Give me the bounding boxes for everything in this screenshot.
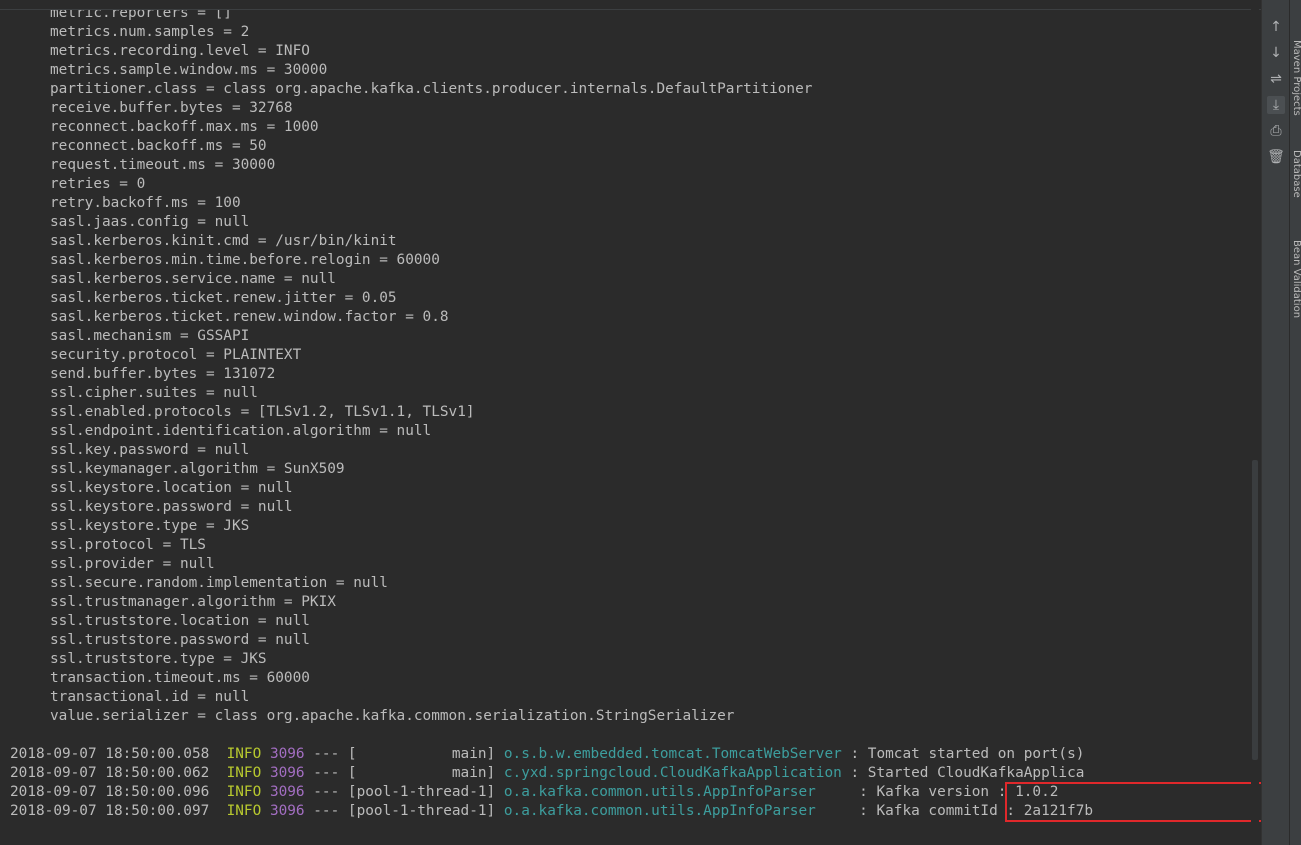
config-line: retry.backoff.ms = 100 — [50, 195, 241, 211]
config-line: ssl.cipher.suites = null — [50, 385, 258, 401]
log-message: Started CloudKafkaApplica — [867, 765, 1085, 781]
config-line: retries = 0 — [50, 176, 146, 192]
config-line: ssl.truststore.type = JKS — [50, 651, 267, 667]
side-tab-database[interactable]: Database — [1290, 150, 1301, 198]
log-logger: o.a.kafka.common.utils.AppInfoParser — [503, 784, 851, 800]
config-line: send.buffer.bytes = 131072 — [50, 366, 276, 382]
config-line: sasl.jaas.config = null — [50, 214, 250, 230]
scroll-down-icon[interactable]: ↓ — [1267, 44, 1285, 62]
config-line: ssl.keymanager.algorithm = SunX509 — [50, 461, 345, 477]
config-line: metrics.recording.level = INFO — [50, 43, 310, 59]
log-line: 2018-09-07 18:50:00.096 INFO 3096 --- [p… — [0, 783, 1259, 802]
config-line: ssl.protocol = TLS — [50, 537, 206, 553]
side-tab-maven-projects[interactable]: Maven Projects — [1290, 40, 1301, 116]
log-level: INFO — [226, 746, 262, 762]
log-line: 2018-09-07 18:50:00.062 INFO 3096 --- [ … — [0, 764, 1259, 783]
config-line: ssl.truststore.password = null — [50, 632, 310, 648]
log-thread: [pool-1-thread-1] — [347, 803, 496, 819]
console-output[interactable]: metric.reporters = [] metrics.num.samples… — [0, 0, 1259, 845]
config-line: ssl.truststore.location = null — [50, 613, 310, 629]
log-message: Tomcat started on port(s) — [867, 746, 1085, 762]
print-icon[interactable]: ⎙ — [1267, 122, 1285, 140]
config-line: sasl.kerberos.service.name = null — [50, 271, 336, 287]
side-tab-label: Database — [1291, 150, 1301, 198]
config-line: sasl.kerberos.kinit.cmd = /usr/bin/kinit — [50, 233, 397, 249]
log-separator: --- — [304, 765, 348, 781]
log-level: INFO — [226, 765, 262, 781]
config-line: ssl.secure.random.implementation = null — [50, 575, 388, 591]
config-line: ssl.key.password = null — [50, 442, 250, 458]
log-logger: c.yxd.springcloud.CloudKafkaApplication — [503, 765, 842, 781]
scrollbar-thumb[interactable] — [1252, 460, 1258, 760]
side-tab-bean-validation[interactable]: Bean Validation — [1290, 240, 1301, 318]
log-pid: 3096 — [269, 784, 305, 800]
config-line: ssl.keystore.location = null — [50, 480, 293, 496]
log-line: 2018-09-07 18:50:00.097 INFO 3096 --- [p… — [0, 802, 1259, 821]
config-line: sasl.kerberos.ticket.renew.jitter = 0.05 — [50, 290, 397, 306]
config-line: ssl.endpoint.identification.algorithm = … — [50, 423, 432, 439]
log-thread: [pool-1-thread-1] — [347, 784, 496, 800]
config-line: receive.buffer.bytes = 32768 — [50, 100, 293, 116]
log-message: Kafka commitId : 2a121f7b — [876, 803, 1094, 819]
log-colon: : — [850, 784, 877, 800]
log-colon: : — [850, 803, 877, 819]
side-tab-label: Maven Projects — [1291, 40, 1301, 116]
config-line: sasl.kerberos.ticket.renew.window.factor… — [50, 309, 449, 325]
config-line: sasl.mechanism = GSSAPI — [50, 328, 250, 344]
log-separator: --- — [304, 746, 348, 762]
log-logger: o.s.b.w.embedded.tomcat.TomcatWebServer — [503, 746, 842, 762]
scroll-up-icon[interactable]: ↑ — [1267, 18, 1285, 36]
config-line: ssl.keystore.type = JKS — [50, 518, 250, 534]
log-logger: o.a.kafka.common.utils.AppInfoParser — [503, 803, 851, 819]
right-tool-sidebar: Maven Projects Database Bean Validation — [1289, 0, 1301, 845]
config-line: ssl.trustmanager.algorithm = PKIX — [50, 594, 336, 610]
side-tab-label: Bean Validation — [1291, 240, 1301, 319]
log-timestamp: 2018-09-07 18:50:00.062 — [10, 765, 210, 781]
log-message: Kafka version : 1.0.2 — [876, 784, 1059, 800]
log-timestamp: 2018-09-07 18:50:00.096 — [10, 784, 210, 800]
config-line: security.protocol = PLAINTEXT — [50, 347, 302, 363]
log-pid: 3096 — [269, 765, 305, 781]
config-line: reconnect.backoff.max.ms = 1000 — [50, 119, 319, 135]
log-timestamp: 2018-09-07 18:50:00.097 — [10, 803, 210, 819]
log-separator: --- — [304, 803, 348, 819]
console-top-border — [0, 0, 1289, 10]
config-line: sasl.kerberos.min.time.before.relogin = … — [50, 252, 440, 268]
config-line: metrics.sample.window.ms = 30000 — [50, 62, 328, 78]
console-lines: metric.reporters = [] metrics.num.samples… — [0, 4, 1259, 821]
console-toolbar: ↑ ↓ ⇌ ⤓ ⎙ 🗑 — [1261, 0, 1290, 845]
log-colon: : — [841, 746, 868, 762]
config-line: ssl.keystore.password = null — [50, 499, 293, 515]
log-thread: [ main] — [347, 765, 496, 781]
log-timestamp: 2018-09-07 18:50:00.058 — [10, 746, 210, 762]
log-level: INFO — [226, 784, 262, 800]
config-line: reconnect.backoff.ms = 50 — [50, 138, 267, 154]
soft-wrap-icon[interactable]: ⇌ — [1267, 70, 1285, 88]
log-pid: 3096 — [269, 803, 305, 819]
config-line: ssl.enabled.protocols = [TLSv1.2, TLSv1.… — [50, 404, 475, 420]
log-pid: 3096 — [269, 746, 305, 762]
config-line: value.serializer = class org.apache.kafk… — [50, 708, 735, 724]
log-line: 2018-09-07 18:50:00.058 INFO 3096 --- [ … — [0, 745, 1259, 764]
log-thread: [ main] — [347, 746, 496, 762]
config-line: transaction.timeout.ms = 60000 — [50, 670, 310, 686]
scroll-to-end-icon[interactable]: ⤓ — [1267, 96, 1285, 114]
clear-all-icon[interactable]: 🗑 — [1267, 148, 1285, 166]
config-line: ssl.provider = null — [50, 556, 215, 572]
config-line: partitioner.class = class org.apache.kaf… — [50, 81, 813, 97]
log-colon: : — [841, 765, 868, 781]
log-separator: --- — [304, 784, 348, 800]
config-line: metrics.num.samples = 2 — [50, 24, 250, 40]
config-line: transactional.id = null — [50, 689, 250, 705]
log-level: INFO — [226, 803, 262, 819]
config-line: request.timeout.ms = 30000 — [50, 157, 276, 173]
